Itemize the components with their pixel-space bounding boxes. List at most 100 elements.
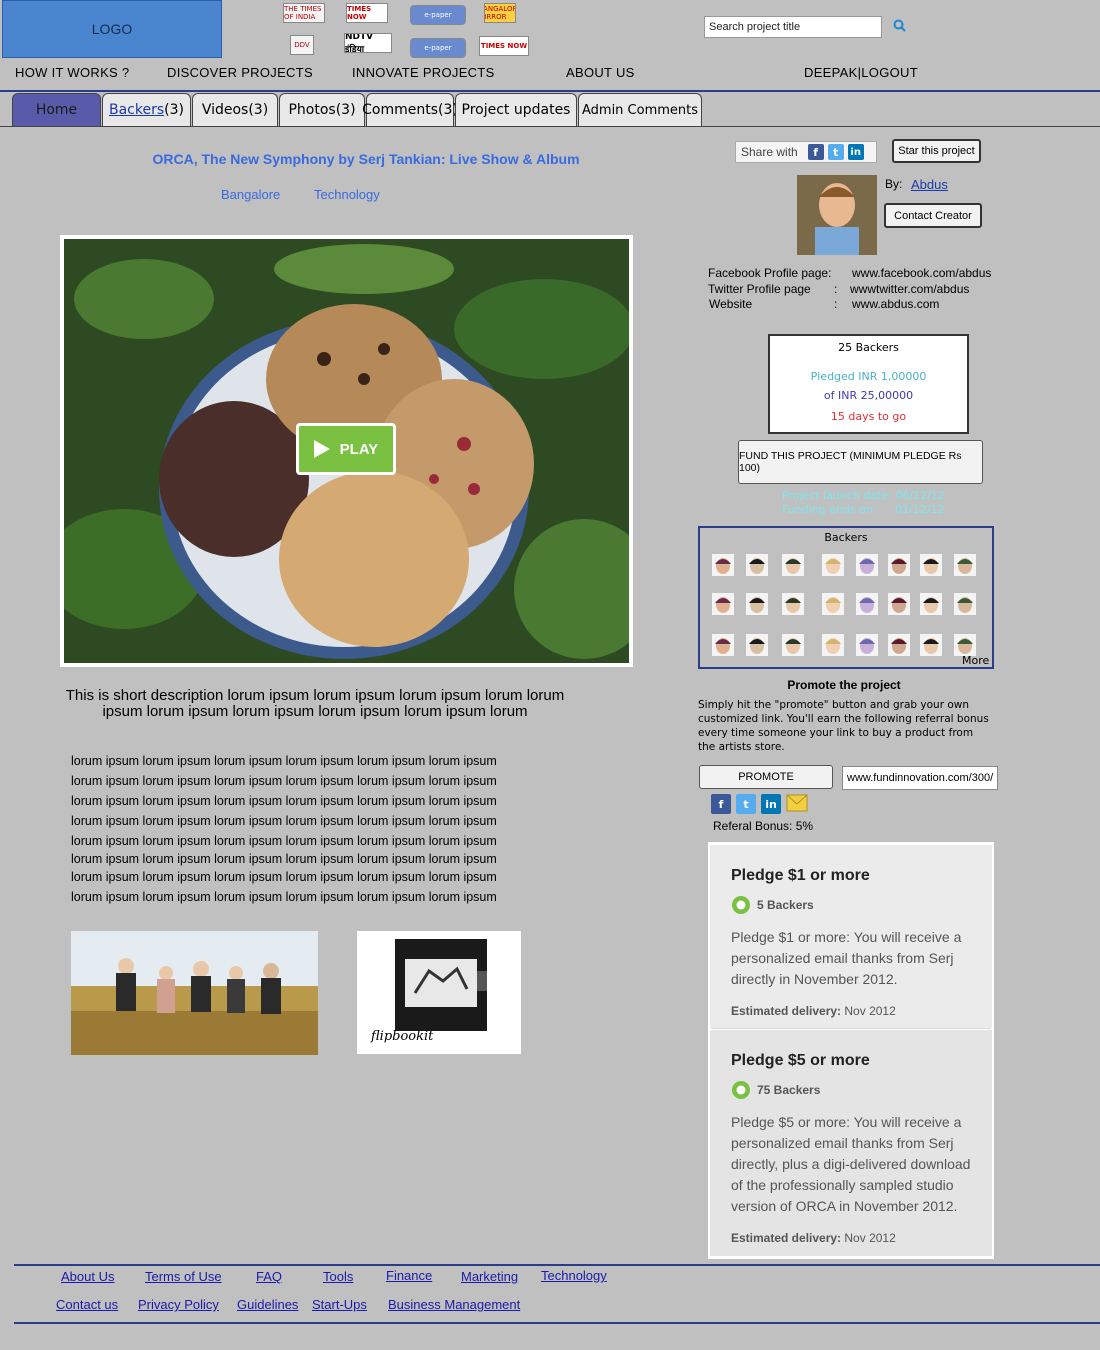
- footer-link[interactable]: Business Management: [388, 1297, 520, 1312]
- backer-avatar[interactable]: [888, 634, 910, 656]
- media-logo[interactable]: BANGALORE MIRROR: [484, 3, 516, 23]
- promote-title: Promote the project: [787, 678, 901, 692]
- footer-link[interactable]: Marketing: [461, 1269, 518, 1284]
- pledge-tier[interactable]: Pledge $5 or more 75 Backers Pledge $5 o…: [710, 1030, 992, 1256]
- tab-videos[interactable]: Videos(3): [192, 93, 278, 126]
- media-logo[interactable]: DDV: [290, 35, 314, 55]
- media-logo[interactable]: THE TIMES OF INDIA: [283, 3, 325, 23]
- flipbook-photo[interactable]: flipbookit: [357, 931, 521, 1054]
- backer-avatar[interactable]: [782, 593, 804, 615]
- backer-avatar[interactable]: [782, 554, 804, 576]
- website-link[interactable]: www.abdus.com: [852, 297, 939, 311]
- more-backers-link[interactable]: More: [962, 654, 989, 667]
- nav-how-it-works[interactable]: HOW IT WORKS ?: [15, 65, 129, 80]
- footer-link[interactable]: Guidelines: [237, 1297, 298, 1312]
- body-line: lorum ipsum lorum ipsum lorum ipsum loru…: [71, 890, 497, 904]
- facebook-icon[interactable]: f: [807, 144, 824, 160]
- play-label: PLAY: [339, 440, 379, 458]
- body-line: lorum ipsum lorum ipsum lorum ipsum loru…: [71, 794, 497, 808]
- backer-avatar[interactable]: [856, 634, 878, 656]
- backer-avatar[interactable]: [746, 593, 768, 615]
- project-title[interactable]: ORCA, The New Symphony by Serj Tankian: …: [0, 151, 732, 167]
- twitter-profile-link[interactable]: wwwtwitter.com/abdus: [850, 282, 969, 296]
- logo[interactable]: LOGO: [2, 0, 222, 58]
- creator-avatar[interactable]: [797, 175, 877, 255]
- nav-about-us[interactable]: ABOUT US: [566, 65, 635, 80]
- search-input[interactable]: Search project title: [704, 16, 882, 38]
- tab-project-updates[interactable]: Project updates: [455, 93, 577, 126]
- footer-link[interactable]: Privacy Policy: [138, 1297, 219, 1312]
- funding-stats-box: 25 Backers Pledged INR 1,00000 of INR 25…: [768, 334, 969, 434]
- backer-avatar[interactable]: [888, 593, 910, 615]
- backer-avatar[interactable]: [712, 554, 734, 576]
- body-line: lorum ipsum lorum ipsum lorum ipsum loru…: [71, 754, 497, 768]
- tab-comments[interactable]: Comments(3): [362, 93, 458, 126]
- media-logo[interactable]: TIMES NOW: [346, 3, 388, 23]
- media-logo[interactable]: NDTV इंडिया: [344, 33, 392, 53]
- backer-avatar[interactable]: [856, 554, 878, 576]
- star-project-button[interactable]: Star this project: [892, 139, 981, 163]
- nav-user-logout[interactable]: DEEPAK|LOGOUT: [804, 65, 918, 80]
- tab-backers-count: (3): [164, 102, 184, 118]
- backer-avatar[interactable]: [954, 593, 976, 615]
- backer-avatar[interactable]: [782, 634, 804, 656]
- backer-avatar[interactable]: [746, 554, 768, 576]
- backers-badge-icon: [732, 896, 750, 914]
- search-icon[interactable]: [892, 18, 908, 34]
- backer-avatar[interactable]: [920, 593, 942, 615]
- play-button[interactable]: PLAY: [296, 423, 396, 475]
- media-logo[interactable]: TIMES NOW: [479, 36, 529, 56]
- nav-discover-projects[interactable]: DISCOVER PROJECTS: [167, 65, 313, 80]
- backer-avatar[interactable]: [712, 593, 734, 615]
- tab-admin-comments[interactable]: Admin Comments: [578, 93, 702, 126]
- backer-avatar[interactable]: [712, 634, 734, 656]
- launch-date: Project launch date: 06/12/12: [782, 489, 945, 502]
- backer-avatar[interactable]: [954, 554, 976, 576]
- pledge-backers: 75 Backers: [731, 1080, 972, 1100]
- nav-divider: [0, 90, 1100, 92]
- tab-home[interactable]: Home: [12, 93, 101, 126]
- footer-link[interactable]: Terms of Use: [145, 1269, 222, 1284]
- linkedin-icon[interactable]: in: [847, 144, 864, 160]
- footer-link[interactable]: Technology: [541, 1268, 607, 1283]
- pledge-tier[interactable]: Pledge $1 or more 5 Backers Pledge $1 or…: [710, 845, 992, 1028]
- linkedin-icon[interactable]: in: [761, 794, 781, 814]
- footer-link[interactable]: Start-Ups: [312, 1297, 367, 1312]
- backers-total: 25 Backers: [838, 341, 899, 354]
- footer-link[interactable]: About Us: [61, 1269, 114, 1284]
- project-photo-band[interactable]: [71, 931, 318, 1055]
- backer-avatar[interactable]: [856, 593, 878, 615]
- promote-link-field[interactable]: www.fundinnovation.com/300/: [842, 766, 998, 790]
- video-player[interactable]: PLAY: [44, 235, 654, 667]
- facebook-icon[interactable]: f: [711, 794, 731, 814]
- facebook-profile-link[interactable]: www.facebook.com/abdus: [852, 266, 991, 280]
- email-icon[interactable]: [786, 794, 808, 814]
- project-category[interactable]: Technology: [314, 187, 380, 202]
- footer-link[interactable]: Contact us: [56, 1297, 118, 1312]
- tab-backers[interactable]: Backers (3): [102, 93, 191, 126]
- backer-avatar[interactable]: [920, 554, 942, 576]
- twitter-icon[interactable]: t: [736, 794, 756, 814]
- backer-avatar[interactable]: [822, 634, 844, 656]
- contact-creator-button[interactable]: Contact Creator: [884, 203, 982, 228]
- project-location[interactable]: Bangalore: [221, 187, 280, 202]
- backer-avatar[interactable]: [746, 634, 768, 656]
- backer-avatar[interactable]: [822, 554, 844, 576]
- tab-photos[interactable]: Photos(3): [279, 93, 365, 126]
- backer-avatar[interactable]: [954, 634, 976, 656]
- backer-avatar[interactable]: [888, 554, 910, 576]
- twitter-icon[interactable]: t: [827, 144, 844, 160]
- media-logo[interactable]: e-paper: [410, 38, 466, 58]
- promote-button[interactable]: PROMOTE: [699, 765, 833, 789]
- backer-avatar[interactable]: [920, 634, 942, 656]
- footer-link[interactable]: Tools: [323, 1269, 353, 1284]
- media-logo[interactable]: e-paper: [410, 5, 466, 25]
- fund-project-button[interactable]: FUND THIS PROJECT (MINIMUM PLEDGE Rs 100…: [738, 440, 983, 484]
- backer-avatar[interactable]: [822, 593, 844, 615]
- pledge-title: Pledge $5 or more: [731, 1052, 870, 1069]
- body-line: lorum ipsum lorum ipsum lorum ipsum loru…: [71, 814, 497, 828]
- footer-link[interactable]: FAQ: [256, 1269, 282, 1284]
- creator-name-link[interactable]: Abdus: [911, 177, 948, 192]
- nav-innovate-projects[interactable]: INNOVATE PROJECTS: [352, 65, 495, 80]
- footer-link[interactable]: Finance: [386, 1268, 432, 1283]
